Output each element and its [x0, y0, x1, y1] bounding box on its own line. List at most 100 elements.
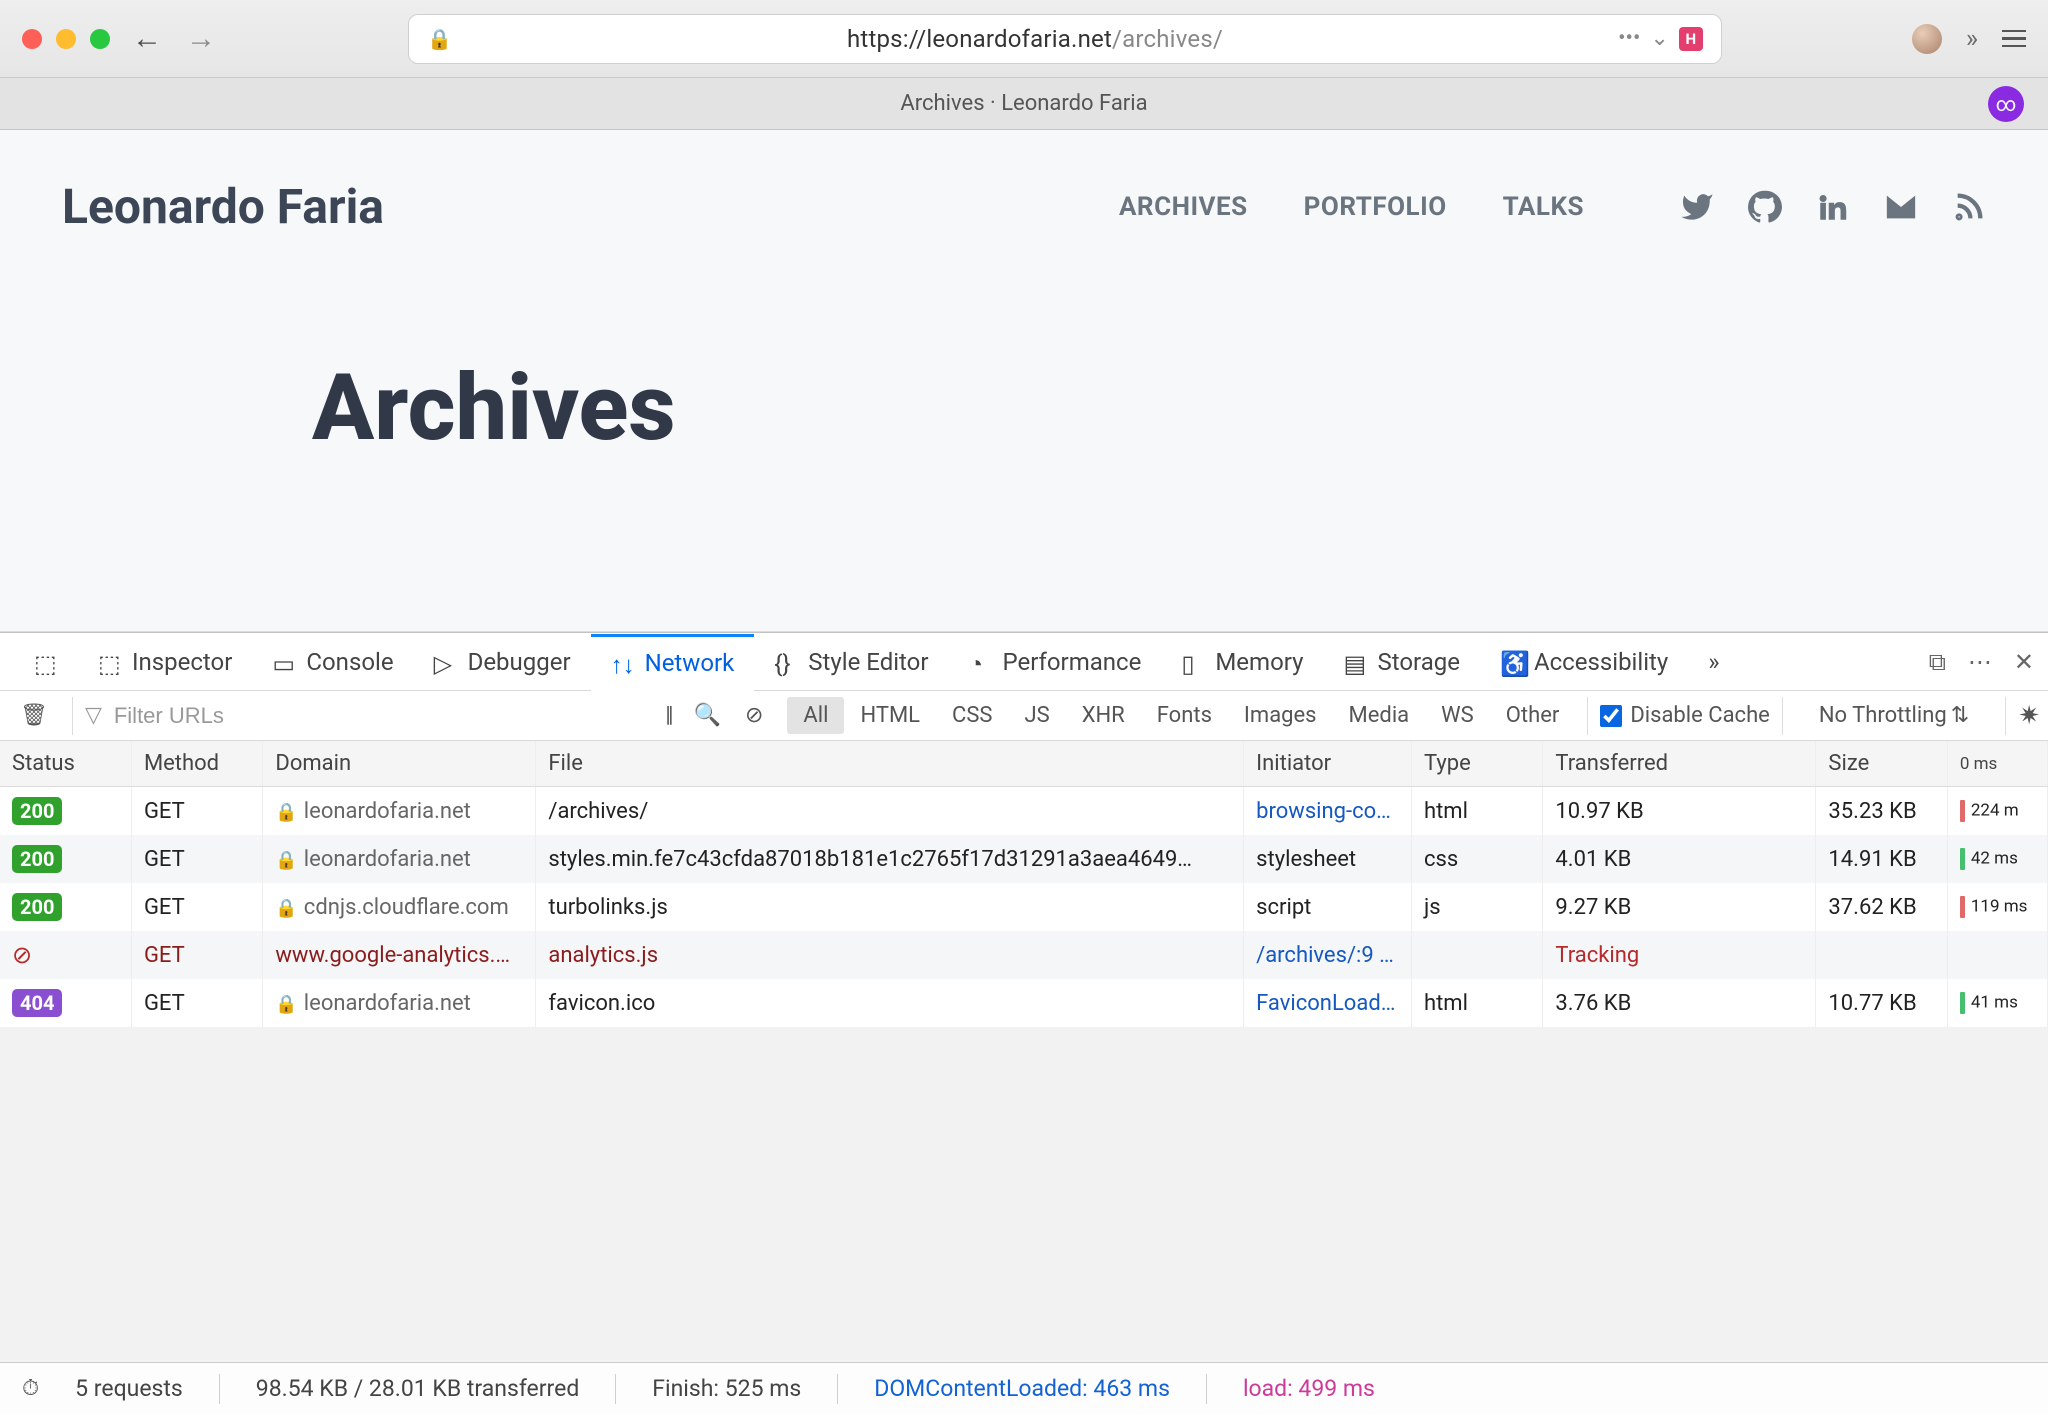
- tab-storage[interactable]: ▤Storage: [1323, 633, 1479, 690]
- filter-ws[interactable]: WS: [1425, 697, 1490, 734]
- tab-style-editor[interactable]: {}Style Editor: [754, 633, 948, 690]
- profile-avatar[interactable]: [1912, 24, 1942, 54]
- status-badge: 200: [12, 797, 62, 825]
- col-transferred[interactable]: Transferred: [1543, 741, 1816, 787]
- network-table: Status Method Domain File Initiator Type…: [0, 741, 2048, 1027]
- lock-icon: 🔒: [275, 994, 297, 1015]
- status-transferred: 98.54 KB / 28.01 KB transferred: [256, 1375, 580, 1402]
- search-icon[interactable]: 🔍: [694, 703, 721, 728]
- minimize-window-button[interactable]: [56, 29, 76, 49]
- status-requests: 5 requests: [75, 1375, 183, 1402]
- filter-fonts[interactable]: Fonts: [1141, 697, 1228, 734]
- col-size[interactable]: Size: [1816, 741, 1947, 787]
- github-icon[interactable]: [1748, 190, 1782, 224]
- table-row[interactable]: 200GET🔒cdnjs.cloudflare.comturbolinks.js…: [0, 883, 2048, 931]
- container-icon[interactable]: ∞: [1988, 86, 2024, 122]
- tab-title[interactable]: Archives · Leonardo Faria: [900, 91, 1147, 116]
- filter-media[interactable]: Media: [1333, 697, 1426, 734]
- filter-images[interactable]: Images: [1228, 697, 1333, 734]
- col-file[interactable]: File: [536, 741, 1244, 787]
- devtools-tabs: ⬚ ⬚Inspector ▭Console ▷Debugger ↑↓Networ…: [0, 633, 2048, 691]
- col-method[interactable]: Method: [131, 741, 262, 787]
- tab-memory[interactable]: ▯Memory: [1161, 633, 1323, 690]
- pocket-icon[interactable]: ⌄: [1650, 26, 1668, 51]
- disable-cache-toggle[interactable]: Disable Cache: [1600, 703, 1770, 728]
- close-window-button[interactable]: [22, 29, 42, 49]
- filter-css[interactable]: CSS: [936, 697, 1008, 734]
- blocked-icon: ⊘: [12, 941, 32, 969]
- col-status[interactable]: Status: [0, 741, 131, 787]
- table-row[interactable]: ⊘GETwww.google-analytics.…analytics.js/a…: [0, 931, 2048, 979]
- window-controls: [22, 29, 110, 49]
- element-picker-button[interactable]: ⬚: [14, 633, 78, 690]
- table-row[interactable]: 404GET🔒leonardofaria.netfavicon.icoFavic…: [0, 979, 2048, 1027]
- col-domain[interactable]: Domain: [263, 741, 536, 787]
- col-type[interactable]: Type: [1411, 741, 1542, 787]
- filter-js[interactable]: JS: [1008, 697, 1065, 734]
- lock-icon: 🔒: [275, 850, 297, 871]
- tab-network[interactable]: ↑↓Network: [591, 634, 755, 691]
- throttle-select[interactable]: No Throttling ⇅: [1819, 703, 1969, 728]
- table-header-row: Status Method Domain File Initiator Type…: [0, 741, 2048, 787]
- stopwatch-icon: ⏱: [22, 1376, 39, 1401]
- status-load: load: 499 ms: [1243, 1375, 1375, 1402]
- twitter-icon[interactable]: [1680, 190, 1714, 224]
- forward-button[interactable]: →: [184, 22, 218, 56]
- filter-icon: ▽: [85, 703, 102, 728]
- address-bar[interactable]: 🔒 https://leonardofaria.net/archives/ ••…: [408, 14, 1722, 64]
- status-badge: 404: [12, 989, 62, 1017]
- tab-bar: Archives · Leonardo Faria ∞: [0, 78, 2048, 130]
- status-badge: 200: [12, 893, 62, 921]
- overflow-icon[interactable]: »: [1966, 24, 1978, 54]
- rss-icon[interactable]: [1952, 190, 1986, 224]
- nav-talks[interactable]: TALKS: [1503, 192, 1584, 222]
- col-waterfall[interactable]: 0 ms: [1947, 741, 2047, 787]
- responsive-mode-icon[interactable]: ⧉: [1929, 648, 1946, 676]
- nav-portfolio[interactable]: PORTFOLIO: [1304, 192, 1447, 222]
- filter-types: All HTML CSS JS XHR Fonts Images Media W…: [787, 697, 1575, 734]
- menu-button[interactable]: [2002, 30, 2026, 48]
- devtools-status-bar: ⏱ 5 requests 98.54 KB / 28.01 KB transfe…: [0, 1362, 2048, 1414]
- tab-console[interactable]: ▭Console: [252, 633, 413, 690]
- linkedin-icon[interactable]: [1816, 190, 1850, 224]
- more-dots-icon[interactable]: •••: [1618, 26, 1640, 51]
- chevron-updown-icon: ⇅: [1951, 703, 1969, 728]
- lock-icon: 🔒: [275, 802, 297, 823]
- maximize-window-button[interactable]: [90, 29, 110, 49]
- nav-archives[interactable]: ARCHIVES: [1119, 192, 1248, 222]
- tab-debugger[interactable]: ▷Debugger: [414, 633, 591, 690]
- settings-icon[interactable]: ✷: [2018, 701, 2040, 731]
- tab-performance[interactable]: ◔Performance: [949, 633, 1162, 690]
- col-initiator[interactable]: Initiator: [1244, 741, 1412, 787]
- lock-icon: 🔒: [427, 27, 452, 51]
- close-devtools-button[interactable]: ✕: [2014, 648, 2034, 676]
- pause-button[interactable]: | |: [665, 703, 669, 728]
- browser-toolbar: ← → 🔒 https://leonardofaria.net/archives…: [0, 0, 2048, 78]
- status-finish: Finish: 525 ms: [652, 1375, 801, 1402]
- url-text: https://leonardofaria.net/archives/: [464, 25, 1606, 53]
- mail-icon[interactable]: [1884, 190, 1918, 224]
- filter-input[interactable]: [108, 697, 368, 735]
- table-row[interactable]: 200GET🔒leonardofaria.netstyles.min.fe7c4…: [0, 835, 2048, 883]
- filter-other[interactable]: Other: [1490, 697, 1576, 734]
- table-row[interactable]: 200GET🔒leonardofaria.net/archives/browsi…: [0, 787, 2048, 836]
- filter-all[interactable]: All: [787, 697, 844, 734]
- devtools-menu-icon[interactable]: ⋯: [1968, 648, 1992, 676]
- tabs-overflow-icon[interactable]: »: [1688, 633, 1739, 690]
- lock-icon: 🔒: [275, 898, 297, 919]
- disable-cache-checkbox[interactable]: [1600, 705, 1622, 727]
- url-badges: ••• ⌄ H: [1618, 26, 1703, 51]
- status-domcontentloaded: DOMContentLoaded: 463 ms: [874, 1375, 1170, 1402]
- devtools-panel: ⬚ ⬚Inspector ▭Console ▷Debugger ↑↓Networ…: [0, 632, 2048, 1027]
- page-heading: Archives: [312, 355, 1986, 462]
- clear-button[interactable]: 🗑: [8, 703, 60, 728]
- filter-html[interactable]: HTML: [844, 697, 936, 734]
- tab-inspector[interactable]: ⬚Inspector: [78, 633, 252, 690]
- page-content: Leonardo Faria ARCHIVES PORTFOLIO TALKS …: [0, 130, 2048, 632]
- extension-badge-icon[interactable]: H: [1679, 27, 1703, 51]
- site-title[interactable]: Leonardo Faria: [62, 178, 384, 235]
- block-icon[interactable]: ⊘: [745, 703, 763, 728]
- back-button[interactable]: ←: [130, 22, 164, 56]
- tab-accessibility[interactable]: ♿Accessibility: [1480, 633, 1688, 690]
- filter-xhr[interactable]: XHR: [1066, 697, 1141, 734]
